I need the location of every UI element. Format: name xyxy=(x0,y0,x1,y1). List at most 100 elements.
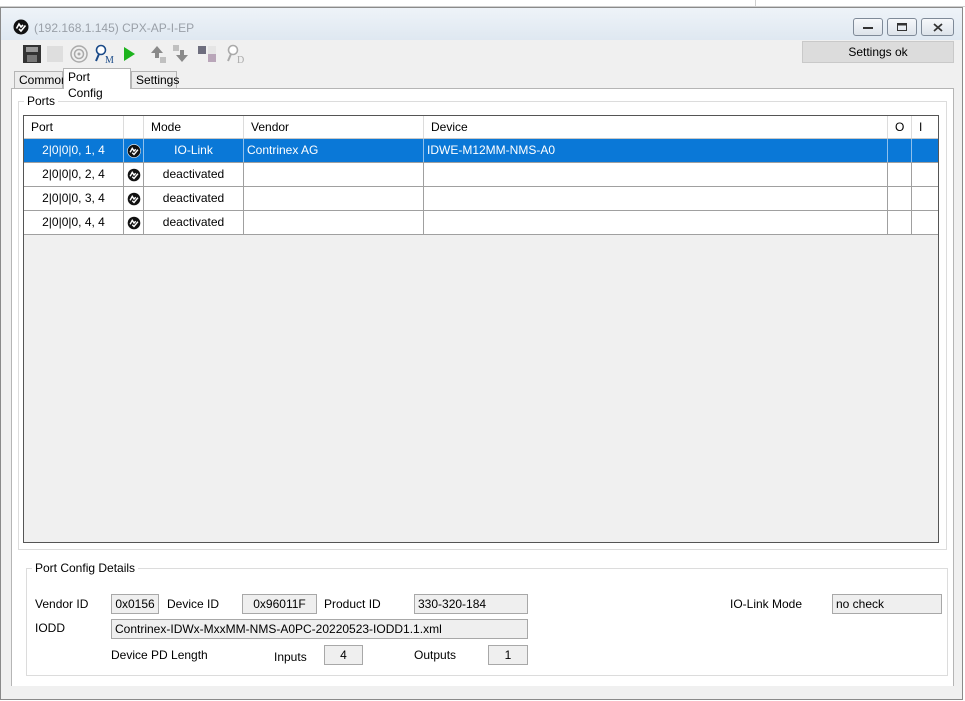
cell-i[interactable] xyxy=(912,139,938,162)
ports-group: Ports Port Mode Vendor Device O I 2|0|0|… xyxy=(18,94,947,550)
save-icon xyxy=(23,45,41,63)
outputs-label: Outputs xyxy=(414,648,457,662)
blank-button[interactable] xyxy=(44,43,66,65)
cell-vendor[interactable] xyxy=(244,211,424,234)
svg-text:M: M xyxy=(105,55,114,65)
cell-i[interactable] xyxy=(912,163,938,186)
status-bar xyxy=(1,686,962,699)
table-row[interactable]: 2|0|0|0, 3, 4 deactivated xyxy=(24,187,938,211)
cell-mode[interactable]: deactivated xyxy=(144,163,244,186)
cell-vendor[interactable] xyxy=(244,163,424,186)
tab-common[interactable]: Common xyxy=(14,71,68,88)
search-m-icon: M xyxy=(95,44,114,65)
search-d-icon: D xyxy=(227,44,244,65)
column-vendor[interactable]: Vendor xyxy=(244,116,424,138)
cell-o[interactable] xyxy=(888,211,912,234)
column-icon[interactable] xyxy=(124,116,144,138)
column-device[interactable]: Device xyxy=(424,116,888,138)
cell-i[interactable] xyxy=(912,211,938,234)
restore-icon xyxy=(897,23,907,31)
search-d-button[interactable]: D xyxy=(225,43,247,65)
port-config-panel: Ports Port Mode Vendor Device O I 2|0|0|… xyxy=(11,88,954,687)
product-id-label: Product ID xyxy=(324,597,381,611)
title-bar: (192.168.1.145) CPX-AP-I-EP xyxy=(1,8,962,40)
save-button[interactable] xyxy=(21,43,43,65)
cell-i[interactable] xyxy=(912,187,938,210)
iolink-logo-icon xyxy=(126,215,141,230)
cell-o[interactable] xyxy=(888,139,912,162)
device-id-label: Device ID xyxy=(167,597,220,611)
table-row[interactable]: 2|0|0|0, 1, 4 IO-Link Contrinex AG IDWE-M12… xyxy=(24,139,938,163)
cell-port[interactable]: 2|0|0|0, 2, 4 xyxy=(24,163,124,186)
minimize-button[interactable] xyxy=(853,18,883,36)
search-m-button[interactable]: M xyxy=(93,43,115,65)
iodd-label: IODD xyxy=(35,621,65,635)
inputs-field[interactable]: 4 xyxy=(324,645,363,665)
cell-o[interactable] xyxy=(888,187,912,210)
minimize-icon xyxy=(863,27,873,29)
port-status-cell[interactable] xyxy=(124,187,144,210)
column-mode[interactable]: Mode xyxy=(144,116,244,138)
download-button[interactable] xyxy=(171,43,193,65)
product-id-field[interactable]: 330-320-184 xyxy=(414,594,528,614)
cell-device[interactable]: IDWE-M12MM-NMS-A0 xyxy=(424,139,888,162)
cell-mode[interactable]: deactivated xyxy=(144,211,244,234)
cell-mode[interactable]: IO-Link xyxy=(144,139,244,162)
iodd-field[interactable]: Contrinex-IDWx-MxxMM-NMS-A0PC-20220523-I… xyxy=(111,619,528,639)
cell-o[interactable] xyxy=(888,163,912,186)
grid-header: Port Mode Vendor Device O I xyxy=(24,116,938,139)
target-icon xyxy=(70,45,88,63)
cell-device[interactable] xyxy=(424,211,888,234)
blank-icon xyxy=(47,46,63,62)
cell-vendor[interactable] xyxy=(244,187,424,210)
port-status-cell[interactable] xyxy=(124,139,144,162)
column-i[interactable]: I xyxy=(912,116,938,138)
tab-bar: Common Port Config Settings xyxy=(1,68,962,100)
window-title: (192.168.1.145) CPX-AP-I-EP xyxy=(34,21,195,35)
upload-icon xyxy=(151,46,166,63)
port-status-cell[interactable] xyxy=(124,211,144,234)
port-config-details-group: Port Config Details Vendor ID 0x0156 Dev… xyxy=(26,561,948,676)
column-port[interactable]: Port xyxy=(24,116,124,138)
upload-button[interactable] xyxy=(146,43,168,65)
ports-grid[interactable]: Port Mode Vendor Device O I 2|0|0|0, 1, … xyxy=(23,115,939,543)
toolbar: M D Settings ok xyxy=(1,40,962,68)
cell-port[interactable]: 2|0|0|0, 4, 4 xyxy=(24,211,124,234)
grid-icon xyxy=(198,46,216,62)
cell-device[interactable] xyxy=(424,163,888,186)
cell-port[interactable]: 2|0|0|0, 3, 4 xyxy=(24,187,124,210)
outputs-field[interactable]: 1 xyxy=(488,645,528,665)
cell-vendor[interactable]: Contrinex AG xyxy=(244,139,424,162)
ports-group-title: Ports xyxy=(24,94,59,108)
device-id-field[interactable]: 0x96011F xyxy=(242,594,317,614)
close-button[interactable] xyxy=(921,18,954,36)
download-icon xyxy=(173,45,188,62)
close-icon xyxy=(932,22,943,32)
pd-length-label: Device PD Length xyxy=(111,648,208,662)
vendor-id-field[interactable]: 0x0156 xyxy=(111,594,159,614)
cell-mode[interactable]: deactivated xyxy=(144,187,244,210)
port-status-cell[interactable] xyxy=(124,163,144,186)
app-window: (192.168.1.145) CPX-AP-I-EP M D Settings… xyxy=(0,7,963,700)
grid-button[interactable] xyxy=(196,43,218,65)
svg-text:D: D xyxy=(237,55,244,65)
tab-settings[interactable]: Settings xyxy=(131,71,179,88)
vendor-id-label: Vendor ID xyxy=(35,597,89,611)
app-logo-icon xyxy=(13,19,29,35)
cell-device[interactable] xyxy=(424,187,888,210)
iolink-logo-icon xyxy=(126,167,141,182)
iolink-mode-field[interactable]: no check xyxy=(832,594,942,614)
table-row[interactable]: 2|0|0|0, 4, 4 deactivated xyxy=(24,211,938,235)
table-row[interactable]: 2|0|0|0, 2, 4 deactivated xyxy=(24,163,938,187)
tab-port-config[interactable]: Port Config xyxy=(63,68,131,100)
play-icon xyxy=(124,47,135,61)
background-strip xyxy=(0,0,965,7)
restore-button[interactable] xyxy=(887,18,917,36)
status-indicator: Settings ok xyxy=(802,41,954,63)
target-button[interactable] xyxy=(68,43,90,65)
cell-port[interactable]: 2|0|0|0, 1, 4 xyxy=(24,139,124,162)
column-o[interactable]: O xyxy=(888,116,912,138)
iolink-mode-label: IO-Link Mode xyxy=(730,597,803,611)
iolink-logo-icon xyxy=(126,143,141,158)
play-button[interactable] xyxy=(118,43,140,65)
